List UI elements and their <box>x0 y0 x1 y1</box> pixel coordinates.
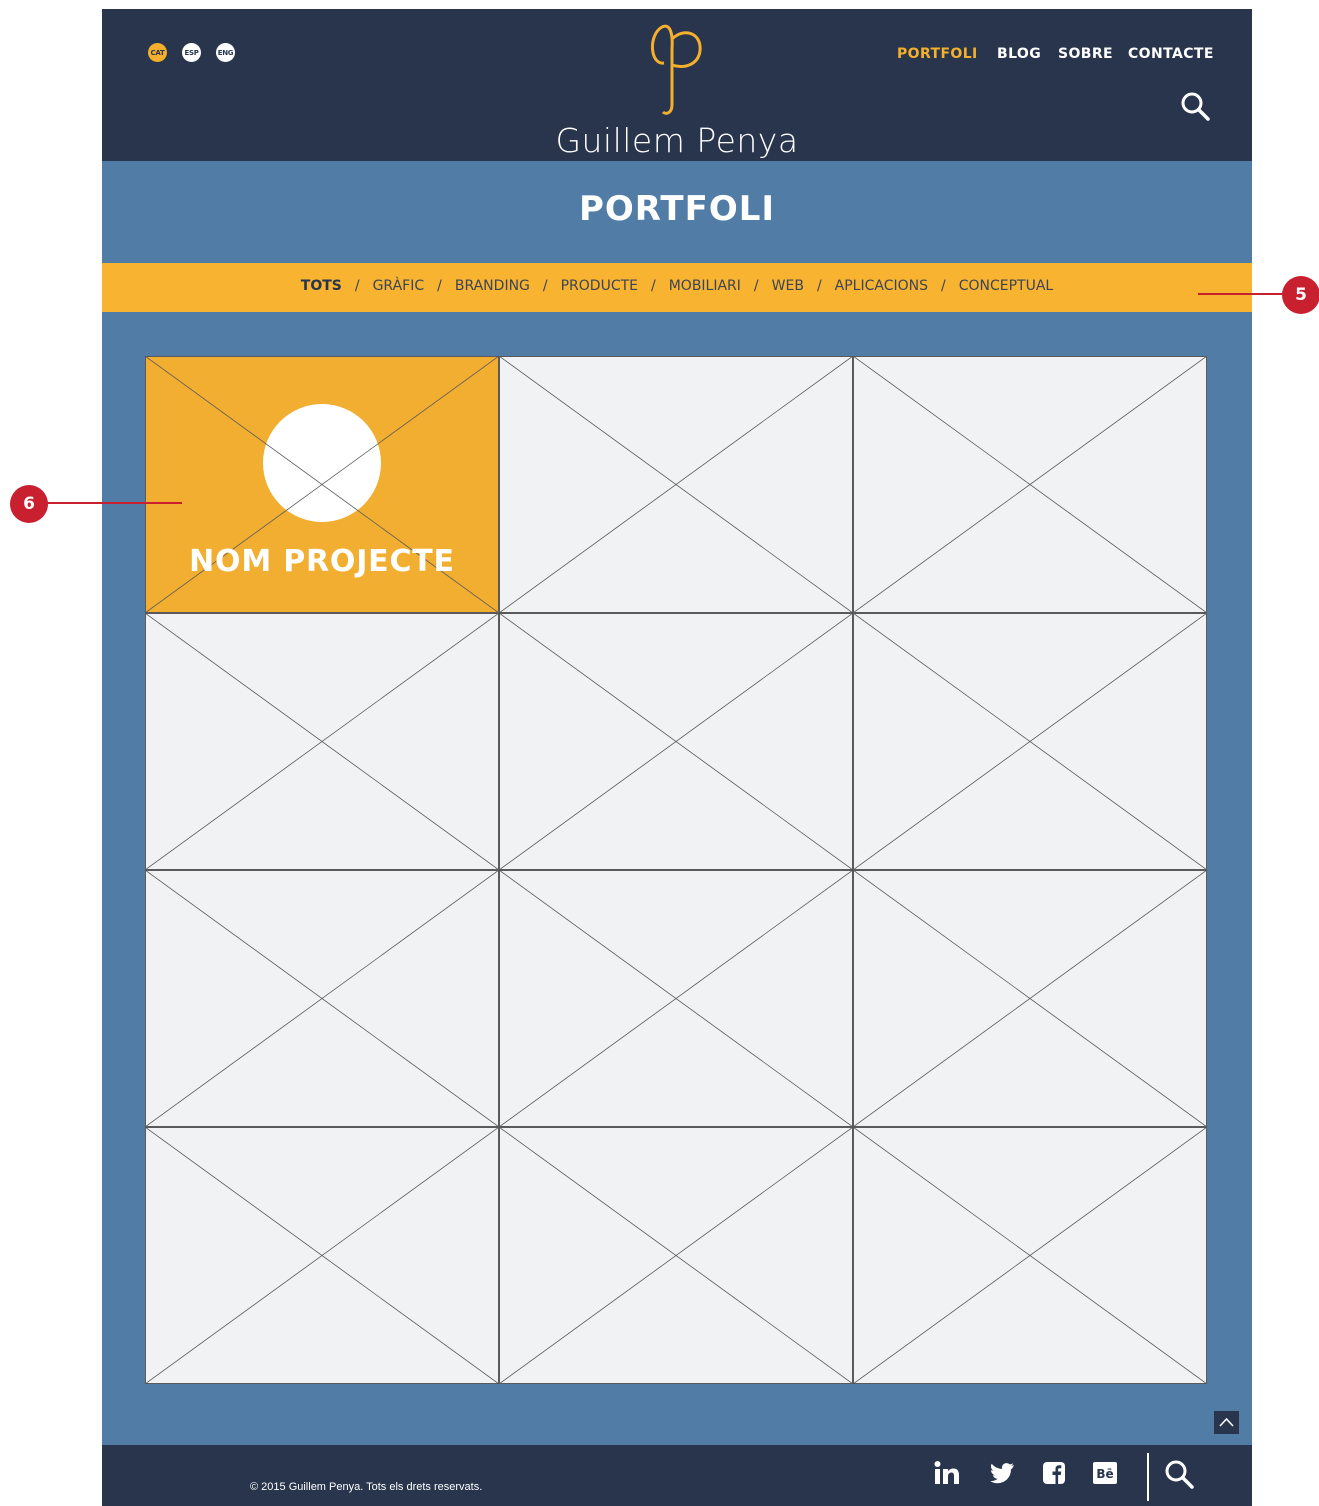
image-placeholder-icon <box>499 613 853 870</box>
title-bar: PORTFOLI <box>102 161 1252 263</box>
lang-eng-button[interactable]: ENG <box>216 43 235 62</box>
copyright-text: © 2015 Guillem Penya. Tots els drets res… <box>250 1481 483 1493</box>
image-placeholder-icon <box>145 613 499 870</box>
portfolio-tile[interactable] <box>145 870 499 1127</box>
site-header: CAT ESP ENG Guillem Penya PORTFOLI BLOG … <box>102 9 1252 161</box>
portfolio-tile[interactable] <box>499 356 853 613</box>
filter-separator: / <box>753 278 759 294</box>
filter-separator: / <box>651 278 656 294</box>
logo-name: Guillem Penya <box>555 121 799 160</box>
annotation-6-line <box>47 502 182 504</box>
back-to-top-button[interactable] <box>1214 1411 1239 1434</box>
filter-bar: TOTS / GRÀFIC / BRANDING / PRODUCTE / MOBILIARI /… <box>102 263 1252 312</box>
linkedin-icon[interactable] <box>932 1458 962 1488</box>
page-title: PORTFOLI <box>578 189 776 229</box>
filter-separator: / <box>437 278 442 294</box>
image-placeholder-icon <box>499 356 853 613</box>
nav-blog[interactable]: BLOG <box>997 46 1041 62</box>
filter-aplicacions[interactable]: APLICACIONS <box>835 278 928 294</box>
portfolio-grid: NOM PROJECTE <box>145 356 1208 1386</box>
annotation-6-badge: 6 <box>10 485 48 523</box>
search-icon[interactable] <box>1178 89 1212 123</box>
image-placeholder-icon <box>853 613 1207 870</box>
behance-icon[interactable]: Bē <box>1090 1458 1120 1488</box>
portfolio-tile[interactable] <box>853 613 1207 870</box>
facebook-icon[interactable] <box>1039 1458 1069 1488</box>
image-placeholder-icon <box>499 870 853 1127</box>
image-placeholder-icon <box>853 870 1207 1127</box>
filter-grafic[interactable]: GRÀFIC <box>373 278 425 294</box>
filter-separator: / <box>542 278 548 294</box>
image-placeholder-icon <box>853 1127 1207 1384</box>
filter-web[interactable]: WEB <box>772 278 804 294</box>
lang-cat-button[interactable]: CAT <box>148 43 167 62</box>
image-placeholder-icon <box>145 1127 499 1384</box>
logo-monogram-icon <box>651 24 702 115</box>
filter-tots[interactable]: TOTS <box>301 278 342 294</box>
svg-text:Bē: Bē <box>1096 1467 1113 1481</box>
annotation-5-line <box>1198 293 1283 295</box>
site-logo[interactable]: Guillem Penya <box>552 21 802 160</box>
filter-separator: / <box>354 278 360 294</box>
portfolio-tile[interactable] <box>853 1127 1207 1384</box>
footer-divider <box>1147 1453 1149 1501</box>
filter-conceptual[interactable]: CONCEPTUAL <box>959 278 1054 294</box>
portfolio-tile[interactable] <box>499 870 853 1127</box>
site-footer: © 2015 Guillem Penya. Tots els drets res… <box>102 1445 1252 1506</box>
project-name-label: NOM PROJECTE <box>189 544 455 579</box>
chevron-up-icon <box>1219 1417 1234 1427</box>
twitter-icon[interactable] <box>986 1458 1016 1488</box>
page: CAT ESP ENG Guillem Penya PORTFOLI BLOG … <box>102 9 1252 1506</box>
annotation-5-badge: 5 <box>1282 276 1319 314</box>
image-placeholder-icon <box>145 870 499 1127</box>
image-placeholder-icon <box>853 356 1207 613</box>
nav-sobre[interactable]: SOBRE <box>1058 46 1113 62</box>
nav-portfoli[interactable]: PORTFOLI <box>897 46 978 62</box>
portfolio-tile[interactable] <box>853 870 1207 1127</box>
nav-contacte[interactable]: CONTACTE <box>1128 46 1214 62</box>
filter-separator: / <box>941 278 946 294</box>
filter-list: TOTS / GRÀFIC / BRANDING / PRODUCTE / MOBILIARI /… <box>102 278 1252 294</box>
portfolio-tile[interactable] <box>145 613 499 870</box>
filter-branding[interactable]: BRANDING <box>455 278 530 294</box>
filter-separator: / <box>816 278 822 294</box>
portfolio-tile-featured[interactable]: NOM PROJECTE <box>145 356 499 613</box>
filter-mobiliari[interactable]: MOBILIARI <box>669 278 741 294</box>
portfolio-tile[interactable] <box>145 1127 499 1384</box>
image-placeholder-icon <box>499 1127 853 1384</box>
portfolio-tile[interactable] <box>499 1127 853 1384</box>
filter-producte[interactable]: PRODUCTE <box>561 278 638 294</box>
footer-search-icon[interactable] <box>1162 1457 1196 1491</box>
portfolio-tile[interactable] <box>499 613 853 870</box>
portfolio-tile[interactable] <box>853 356 1207 613</box>
lang-esp-button[interactable]: ESP <box>182 43 201 62</box>
